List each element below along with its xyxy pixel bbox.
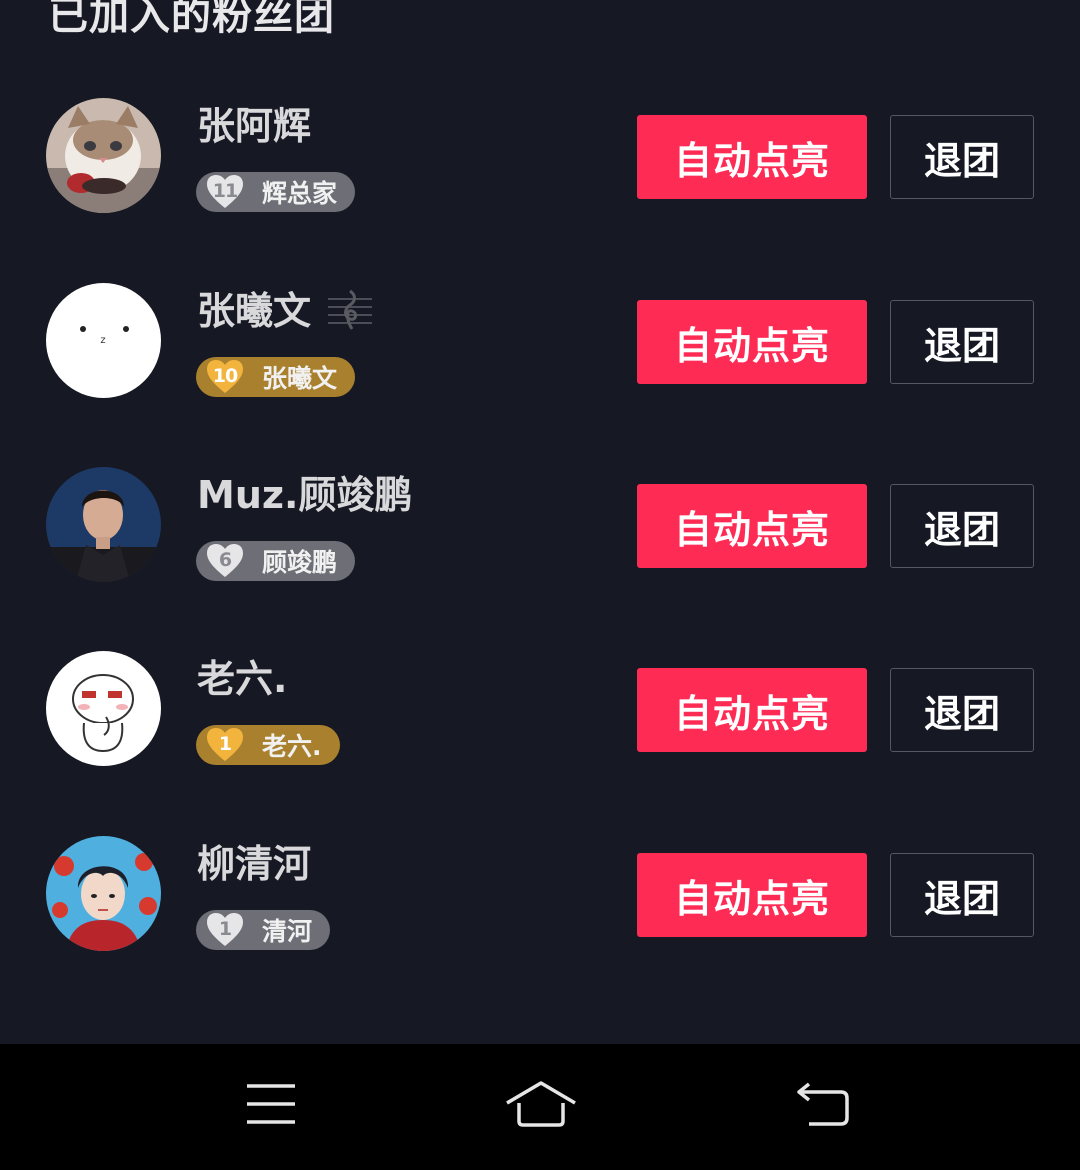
man-portrait-avatar[interactable] (46, 467, 161, 582)
fan-club-name: Muz.顾竣鹏 (197, 473, 413, 517)
fan-club-name-wrap: 张曦文 (197, 287, 375, 335)
fan-club-badge: 1 清河 (196, 910, 331, 950)
badge-name: 顾竣鹏 (262, 548, 338, 577)
fan-club-name: 老六. (197, 657, 288, 701)
anime-boy-avatar[interactable] (46, 836, 161, 951)
back-icon[interactable] (783, 1074, 863, 1134)
heart-icon: 1 (206, 727, 244, 763)
auto-light-button[interactable]: 自动点亮 (637, 300, 867, 384)
fan-club-badge: 1 老六. (196, 725, 340, 765)
svg-text:z: z (100, 335, 105, 346)
fan-club-badge: 11 辉总家 (196, 172, 356, 212)
music-note-icon (325, 288, 375, 334)
quit-button[interactable]: 退团 (890, 484, 1034, 568)
badge-name: 辉总家 (262, 179, 338, 208)
fan-club-name: 张阿辉 (197, 104, 312, 148)
heart-icon: 6 (206, 543, 244, 579)
badge-level: 11 (212, 180, 238, 202)
home-icon[interactable] (501, 1074, 581, 1134)
cat-avatar[interactable] (46, 98, 161, 213)
menu-icon[interactable] (231, 1074, 311, 1134)
fan-club-row: 柳清河 1 清河 自动点亮 退团 (0, 836, 1080, 956)
page-title: 已加入的粉丝团 (48, 0, 335, 39)
badge-level: 1 (218, 733, 232, 755)
cartoon-bunny-avatar[interactable] (46, 651, 161, 766)
fan-club-badge: 10 张曦文 (196, 357, 356, 397)
quit-button[interactable]: 退团 (890, 668, 1034, 752)
badge-name: 清河 (262, 917, 313, 946)
badge-level: 1 (218, 918, 232, 940)
auto-light-button[interactable]: 自动点亮 (637, 853, 867, 937)
fan-club-row: 老六. 1 老六. 自动点亮 退团 (0, 651, 1080, 771)
auto-light-button[interactable]: 自动点亮 (637, 668, 867, 752)
quit-button[interactable]: 退团 (890, 115, 1034, 199)
heart-icon: 1 (206, 912, 244, 948)
auto-light-button[interactable]: 自动点亮 (637, 115, 867, 199)
auto-light-button[interactable]: 自动点亮 (637, 484, 867, 568)
quit-button[interactable]: 退团 (890, 853, 1034, 937)
white-face-avatar[interactable]: z (46, 283, 161, 398)
badge-level: 10 (212, 365, 238, 387)
badge-name: 老六. (262, 732, 322, 761)
fan-club-name: 柳清河 (197, 842, 312, 886)
system-navbar (0, 1044, 1080, 1170)
quit-button[interactable]: 退团 (890, 300, 1034, 384)
fan-club-row: Muz.顾竣鹏 6 顾竣鹏 自动点亮 退团 (0, 467, 1080, 587)
fan-club-badge: 6 顾竣鹏 (196, 541, 356, 581)
heart-icon: 11 (206, 174, 244, 210)
badge-level: 6 (218, 549, 232, 571)
fan-club-row: z 张曦文 10 张曦文 自动点亮 退团 (0, 283, 1080, 403)
fan-club-row: 张阿辉 11 辉总家 自动点亮 退团 (0, 98, 1080, 218)
heart-icon: 10 (206, 359, 244, 395)
badge-name: 张曦文 (262, 364, 338, 393)
fan-club-name: 张曦文 (197, 289, 312, 333)
